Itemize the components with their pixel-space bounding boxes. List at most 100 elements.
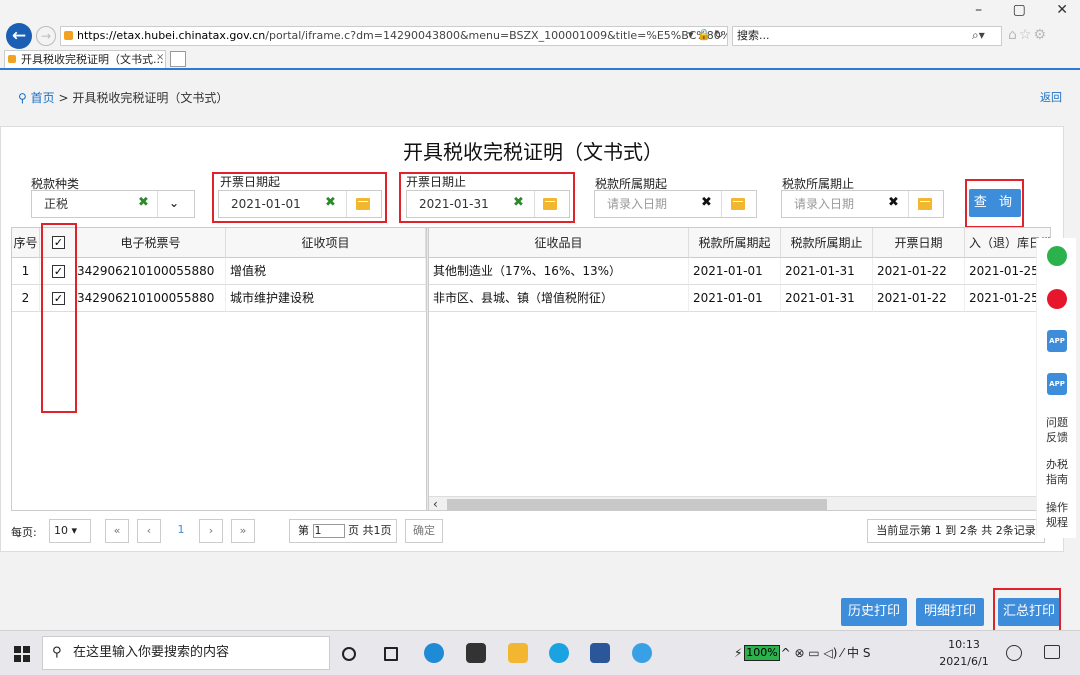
new-tab-button[interactable]	[170, 51, 186, 67]
rules-link[interactable]: 操作规程	[1041, 500, 1073, 530]
guide-link[interactable]: 办税指南	[1041, 457, 1073, 487]
breadcrumb-separator: >	[58, 91, 69, 105]
clock-date: 2021/6/1	[939, 655, 989, 668]
task-view-icon[interactable]	[384, 647, 398, 661]
clear-x-icon[interactable]: ✖	[701, 195, 712, 210]
address-bar[interactable]: https://etax.hubei.chinatax.gov.cn/porta…	[60, 26, 728, 46]
feedback-link[interactable]: 问题反馈	[1041, 415, 1073, 445]
word-icon[interactable]	[590, 643, 610, 663]
main-panel: 开具税收完税证明（文书式） 税款种类 正税 ✖ ⌄ 开票日期起 2021-01-…	[0, 126, 1064, 552]
taskbar-clock[interactable]: 10:13 2021/6/1	[938, 636, 990, 670]
pagination-bar: 每页: 10 ▾ « ‹ 1 › » 第 1 页 共1页 确定 当前显示第 1 …	[11, 517, 1051, 547]
field-divider	[908, 191, 909, 217]
horizontal-scrollbar[interactable]: ‹	[429, 496, 1050, 510]
browser-360-icon[interactable]	[549, 643, 569, 663]
breadcrumb-home-link[interactable]: 首页	[31, 91, 55, 105]
calendar-icon[interactable]	[918, 198, 932, 210]
clear-x-icon[interactable]: ✖	[888, 195, 899, 210]
header-ticket: 电子税票号	[76, 228, 226, 258]
row2-ticket: 342906210100055880	[76, 285, 226, 312]
highlight-box-summary-print	[993, 588, 1061, 634]
app-download-icon[interactable]: APP	[1047, 330, 1067, 352]
cortana-icon[interactable]	[342, 647, 356, 661]
back-arrow-icon[interactable]: ←	[6, 23, 32, 49]
page-jump-input[interactable]: 1	[312, 524, 345, 538]
taskbar-search-input[interactable]: 在这里输入你要搜索的内容	[42, 636, 330, 670]
breadcrumb: ⚲ 首页 > 开具税收完税证明（文书式）	[18, 89, 228, 106]
row2-item: 城市维护建设税	[226, 285, 426, 312]
windows-start-icon[interactable]	[14, 646, 30, 662]
page-jump-group: 第 1 页 共1页	[289, 519, 397, 543]
detail-print-button[interactable]: 明细打印	[916, 598, 984, 626]
row2-seq: 2	[12, 285, 40, 312]
row1-category: 其他制造业（17%、16%、13%）	[429, 258, 689, 285]
row1-period-start: 2021-01-01	[689, 258, 781, 285]
page-content: ⚲ 首页 > 开具税收完税证明（文书式） 返回 开具税收完税证明（文书式） 税款…	[0, 70, 1080, 634]
notification-icon[interactable]	[1044, 645, 1060, 659]
row2-period-start: 2021-01-01	[689, 285, 781, 312]
home-star-gear-icon[interactable]: ⌂☆⚙	[1008, 27, 1048, 43]
page-suffix: 页 共1页	[348, 524, 392, 537]
field-divider	[721, 191, 722, 217]
highlight-box-issue-start	[212, 172, 387, 223]
site-favicon-icon	[64, 31, 73, 40]
tax-type-value: 正税	[44, 197, 69, 211]
page-title: 开具税收完税证明（文书式）	[403, 140, 663, 164]
location-pin-icon: ⚲	[18, 91, 27, 105]
row2-issue-date: 2021-01-22	[873, 285, 965, 312]
tab-favicon-icon	[8, 55, 16, 63]
page-confirm-button[interactable]: 确定	[405, 519, 443, 543]
chevron-down-icon[interactable]: ⌄	[169, 196, 179, 210]
per-page-select[interactable]: 10 ▾	[49, 519, 91, 543]
header-period-end: 税款所属期止	[781, 228, 873, 258]
row2-category: 非市区、县城、镇（增值税附征）	[429, 285, 689, 312]
next-page-button[interactable]: ›	[199, 519, 223, 543]
row1-period-end: 2021-01-31	[781, 258, 873, 285]
search-icon: ⚲	[52, 645, 62, 660]
row2-period-end: 2021-01-31	[781, 285, 873, 312]
current-page[interactable]: 1	[169, 519, 193, 543]
forward-arrow-icon[interactable]: →	[36, 26, 56, 46]
side-toolbar: APP APP 问题反馈 办税指南 操作规程	[1036, 238, 1076, 538]
tab-close-icon[interactable]: ×	[156, 52, 164, 63]
browser-tab[interactable]: 开具税收完税证明（文书式...	[4, 50, 166, 68]
clock-time: 10:13	[948, 638, 980, 651]
app-download-icon-2[interactable]: APP	[1047, 373, 1067, 395]
wechat-icon[interactable]	[1047, 246, 1067, 266]
first-page-button[interactable]: «	[105, 519, 129, 543]
window-controls[interactable]: – ▢ ✕	[975, 2, 1068, 18]
browser-chrome: – ▢ ✕ ← → https://etax.hubei.chinatax.go…	[0, 0, 1080, 70]
period-start-placeholder: 请录入日期	[607, 197, 668, 211]
battery-indicator[interactable]: 100%	[744, 645, 780, 661]
ie-browser-icon[interactable]	[632, 643, 652, 663]
clear-x-icon[interactable]: ✖	[138, 195, 149, 210]
per-page-value: 10	[54, 524, 68, 537]
search-icon[interactable]: ⌕▾	[972, 28, 985, 43]
emoji-icon[interactable]	[1006, 645, 1022, 661]
calendar-icon[interactable]	[731, 198, 745, 210]
row1-issue-date: 2021-01-22	[873, 258, 965, 285]
browser-search-input[interactable]: 搜索...	[732, 26, 1002, 46]
store-icon[interactable]	[466, 643, 486, 663]
chevron-down-icon: ▾	[71, 524, 78, 537]
back-link[interactable]: 返回	[1040, 89, 1062, 105]
page-prefix: 第	[298, 524, 309, 537]
file-explorer-icon[interactable]	[508, 643, 528, 663]
frozen-column-splitter	[426, 228, 429, 510]
history-print-button[interactable]: 历史打印	[841, 598, 907, 626]
header-issue-date: 开票日期	[873, 228, 965, 258]
header-seq: 序号	[12, 228, 40, 258]
scroll-left-icon[interactable]: ‹	[433, 497, 438, 510]
scrollbar-thumb[interactable]	[447, 499, 827, 510]
per-page-label: 每页:	[11, 526, 37, 539]
weibo-icon[interactable]	[1047, 289, 1067, 309]
row1-seq: 1	[12, 258, 40, 285]
header-category: 征收品目	[429, 228, 689, 258]
prev-page-button[interactable]: ‹	[137, 519, 161, 543]
highlight-box-issue-end	[399, 172, 575, 223]
last-page-button[interactable]: »	[231, 519, 255, 543]
edge-browser-icon[interactable]	[424, 643, 444, 663]
lock-refresh-icon[interactable]: ▾ 🔒 ↻	[688, 28, 723, 41]
windows-taskbar: 在这里输入你要搜索的内容 ⚲ ⚡ ^ ⊗ ▭ ◁) ⁄ 中 S 100% 10:…	[0, 630, 1080, 675]
record-summary: 当前显示第 1 到 2条 共 2条记录	[867, 519, 1045, 543]
